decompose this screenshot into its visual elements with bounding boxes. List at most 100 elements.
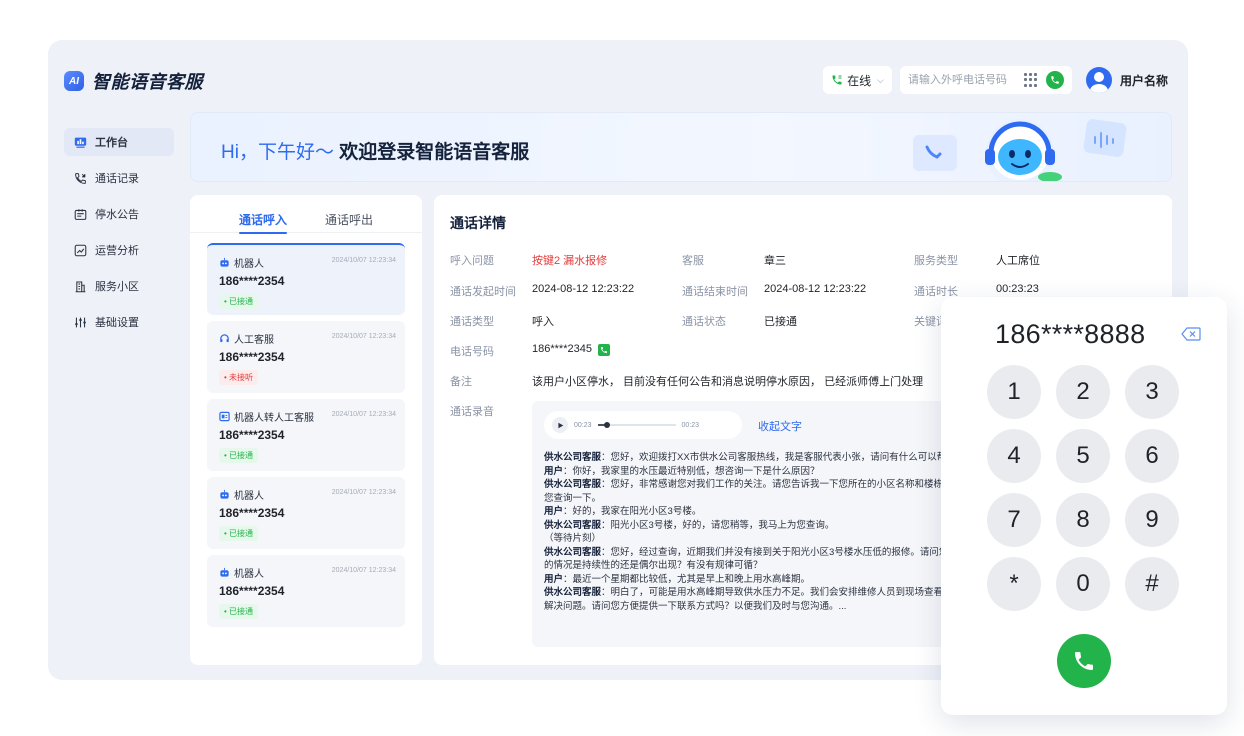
call-card-list: 机器人 2024/10/07 12:23:34 186****2354 • 已接… [190, 233, 422, 627]
call-phone: 186****2354 [219, 274, 285, 288]
sidebar-item-call-log[interactable]: 通话记录 [64, 164, 174, 192]
inquiry-label: 呼入问题 [450, 255, 494, 267]
dial-key-star[interactable]: * [987, 557, 1041, 611]
dial-key-9[interactable]: 9 [1125, 493, 1179, 547]
dashboard-icon [74, 136, 87, 149]
call-time: 2024/10/07 12:23:34 [331, 567, 396, 574]
duration-value: 00:23:23 [996, 283, 1039, 295]
analytics-icon [74, 244, 87, 257]
transcript-speaker: 用户 [544, 465, 564, 477]
status-label: 已接通 [229, 607, 254, 616]
list-item[interactable]: 机器人 2024/10/07 12:23:34 186****2354 • 已接… [207, 555, 405, 627]
play-icon [557, 422, 563, 428]
sidebar-item-label: 停水公告 [95, 209, 139, 221]
outbound-number-input[interactable] [907, 74, 1016, 86]
agent-value: 章三 [764, 255, 786, 267]
call-time: 2024/10/07 12:23:34 [331, 489, 396, 496]
sidebar-item-analytics[interactable]: 运营分析 [64, 236, 174, 264]
transcript-text: （等待片刻） [544, 533, 602, 544]
online-status-dropdown[interactable]: 在线 ⌵ [823, 66, 892, 94]
call-type-label: 机器人 [234, 491, 264, 502]
dial-key-1[interactable]: 1 [987, 365, 1041, 419]
sidebar-item-label: 通话记录 [95, 173, 139, 185]
announcement-icon [74, 208, 87, 221]
play-button[interactable] [552, 417, 568, 433]
dial-key-4[interactable]: 4 [987, 429, 1041, 483]
start-time-label: 通话发起时间 [450, 286, 516, 298]
call-type-label: 机器人 [234, 259, 264, 270]
user-menu[interactable]: 用户名称 [1085, 67, 1168, 93]
audio-progress-slider[interactable] [597, 422, 676, 428]
list-item[interactable]: 人工客服 2024/10/07 12:23:34 186****2354 • 未… [207, 321, 405, 393]
tab-inbound[interactable]: 通话呼入 [238, 211, 288, 234]
user-name: 用户名称 [1119, 73, 1168, 88]
start-time-value: 2024-08-12 12:23:22 [532, 283, 635, 295]
status-label: 未接听 [229, 373, 254, 382]
status-label: 已接通 [229, 529, 254, 538]
dial-key-7[interactable]: 7 [987, 493, 1041, 547]
status-badge: • 未接听 [219, 370, 259, 385]
dial-key-5[interactable]: 5 [1056, 429, 1110, 483]
status-badge: • 已接通 [219, 526, 259, 541]
dialed-number: 186****8888 [995, 319, 1146, 349]
dial-key-3[interactable]: 3 [1125, 365, 1179, 419]
call-type-label: 人工客服 [234, 335, 274, 346]
call-type-label: 机器人 [234, 569, 264, 580]
chevron-down-icon: ⌵ [877, 74, 884, 85]
dial-key-2[interactable]: 2 [1056, 365, 1110, 419]
call-type-label: 机器人转人工客服 [234, 413, 314, 424]
call-time: 2024/10/07 12:23:34 [331, 257, 396, 264]
online-status-label: 在线 [847, 73, 872, 88]
status-badge: • 已接通 [219, 604, 259, 619]
list-item[interactable]: 机器人 2024/10/07 12:23:34 186****2354 • 已接… [207, 477, 405, 549]
dial-phone-icon[interactable] [597, 344, 610, 356]
transcript-speaker: 供水公司客服 [544, 452, 602, 463]
audio-progress-handle[interactable] [603, 422, 610, 428]
transcript-text: 好的，我家在阳光小区3号楼。 [572, 506, 702, 517]
call-time: 2024/10/07 12:23:34 [331, 411, 396, 418]
call-type-value: 呼入 [532, 316, 554, 328]
quick-call-button[interactable] [1045, 71, 1064, 89]
status-label: 已接通 [229, 297, 254, 306]
end-time-value: 2024-08-12 12:23:22 [764, 283, 867, 295]
transcript-text: 您查询一下。 [544, 492, 602, 504]
dial-key-8[interactable]: 8 [1056, 493, 1110, 547]
transcript-text: 您好，欢迎拨打XX市供水公司客服热线，我是客服代表小张，请问有什么可以帮您？ [610, 452, 966, 463]
sidebar-item-label: 服务小区 [95, 281, 139, 293]
remark-value: 该用户小区停水， 目前没有任何公告和消息说明停水原因， 已经派师傅上门处理 [532, 376, 924, 388]
transcript-speaker: 供水公司客服 [544, 587, 602, 598]
call-button[interactable] [1057, 634, 1111, 688]
dial-key-0[interactable]: 0 [1056, 557, 1110, 611]
audio-total-time: 00:23 [681, 421, 700, 429]
welcome-title: Hi，下午好～ 欢迎登录智能语音客服 [221, 137, 529, 164]
dial-key-hash[interactable]: # [1125, 557, 1179, 611]
dial-key-6[interactable]: 6 [1125, 429, 1179, 483]
transcript-speaker: 用户 [544, 573, 564, 585]
header-toolbar: 在线 ⌵ 用户名称 [823, 66, 1168, 94]
call-phone: 186****2354 [219, 350, 285, 364]
sidebar-item-label: 运营分析 [95, 245, 139, 257]
keypad-icon[interactable] [1023, 73, 1038, 87]
welcome-banner: Hi，下午好～ 欢迎登录智能语音客服 [190, 112, 1172, 182]
call-phone: 186****2354 [219, 506, 285, 520]
phone-icon [1075, 652, 1093, 670]
transcript-text: 您好，经过查询，近期我们并没有接到关于阳光小区3号楼水压低的报修。请问您家水压低 [610, 546, 987, 558]
greeting-text: Hi，下午好～ [221, 142, 334, 163]
sidebar-item-settings[interactable]: 基础设置 [64, 308, 174, 336]
list-item[interactable]: 机器人 2024/10/07 12:23:34 186****2354 • 已接… [207, 243, 405, 315]
service-type-value: 人工席位 [996, 255, 1040, 267]
audio-current-time: 00:23 [574, 421, 592, 429]
robot-icon [220, 567, 229, 577]
robot-mascot-illustration [913, 119, 1127, 181]
transcript-speaker: 供水公司客服 [544, 519, 602, 531]
collapse-transcript-link[interactable]: 收起文字 [758, 418, 802, 434]
transcript-text: 明白了，可能是用水高峰期导致供水压力不足。我们会安排维修人员到现场查看，尽快为您 [610, 587, 991, 598]
sidebar-item-service-area[interactable]: 服务小区 [64, 272, 174, 300]
tab-outbound[interactable]: 通话呼出 [325, 211, 373, 233]
inquiry-value: 按键2 漏水报修 [532, 255, 608, 267]
backspace-icon[interactable] [1181, 327, 1201, 341]
sidebar-item-dashboard[interactable]: 工作台 [64, 128, 174, 156]
transcript-text: 阳光小区3号楼，好的，请您稍等，我马上为您查询。 [610, 519, 835, 531]
sidebar-item-announcement[interactable]: 停水公告 [64, 200, 174, 228]
list-item[interactable]: 机器人转人工客服 2024/10/07 12:23:34 186****2354… [207, 399, 405, 471]
